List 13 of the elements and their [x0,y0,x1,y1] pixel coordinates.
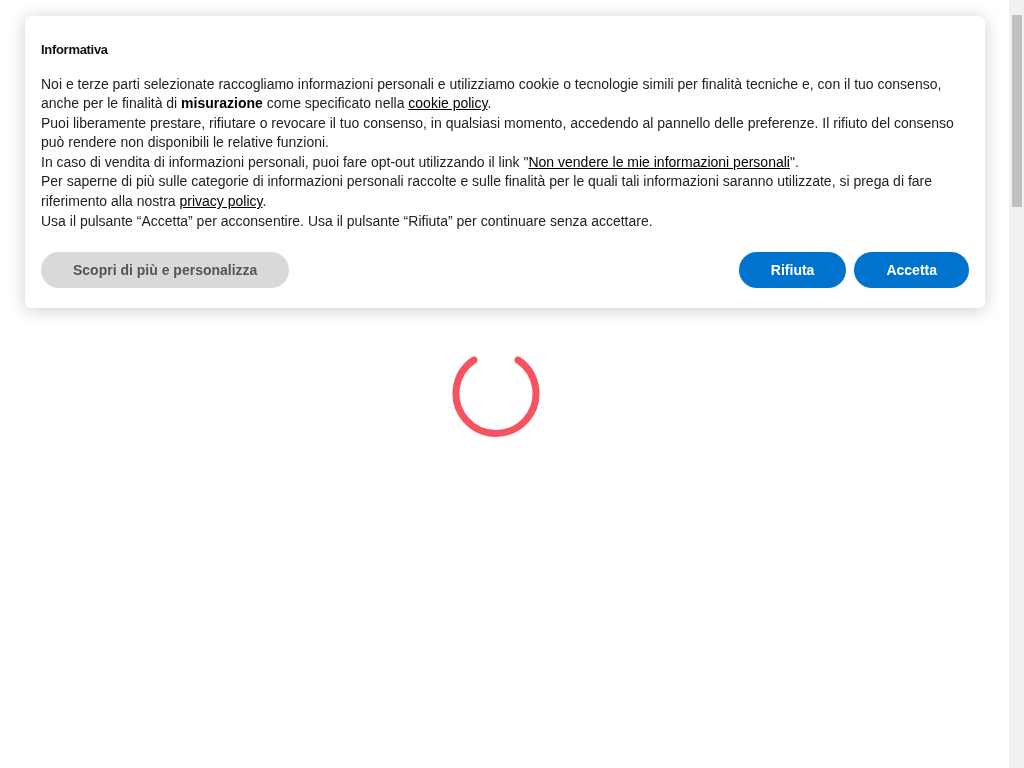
scrollbar-thumb[interactable] [1011,15,1022,207]
scrollbar[interactable] [1009,0,1024,768]
consent-text: Usa il pulsante “Accetta” per acconsentire. Usa il pulsante “Rifiuta” per continuare senza accettare. [41,211,654,231]
policy-link[interactable]: privacy policy [179,193,263,210]
dialog-title: Informativa [41,41,109,59]
consent-text: Puoi liberamente prestare, rifiutare o revocare il tuo consenso, in qualsiasi momento, accedendo al pannello delle preferenze. Il rifiuto del consenso può rendere non disponibili le relative funzioni. [41,113,955,153]
customize-button[interactable]: Scopri di più e personalizza [41,252,290,289]
consent-text: In caso di vendita di informazioni personali, puoi fare opt-out utilizzando il link "Non vendere le mie informazioni personali". [41,152,800,172]
consent-text: Per saperne di più sulle categorie di informazioni personali raccolte e sulle finalità per le quali tali informazioni saranno utilizzate, si prega di fare riferimento alla nostra privacy policy. [41,172,934,212]
consent-button[interactable]: Accetta [854,252,969,289]
consent-button[interactable]: Rifiuta [738,252,847,289]
policy-link[interactable]: Non vendere le mie informazioni personali [528,153,790,170]
consent-text: Noi e terze parti selezionate raccogliamo informazioni personali e utilizziamo cookie o tecnologie simili per finalità tecniche e, con il tuo consenso, anche per le finalità di misurazione come specificato nella cookie policy. [41,74,943,114]
